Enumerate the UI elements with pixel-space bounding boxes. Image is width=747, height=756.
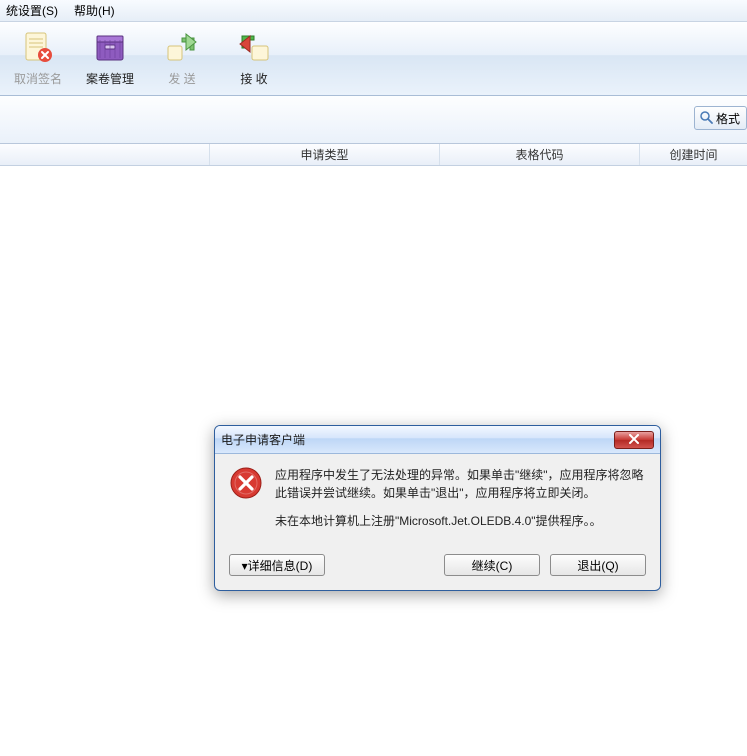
details-button[interactable]: ▾详细信息(D) — [229, 554, 325, 576]
document-x-icon — [20, 30, 56, 66]
dialog-message: 应用程序中发生了无法处理的异常。如果单击"继续"，应用程序将忽略此错误并尝试继续… — [275, 466, 646, 540]
menu-settings[interactable]: 统设置(S) — [2, 0, 62, 21]
dialog-button-row: ▾详细信息(D) 继续(C) 退出(Q) — [215, 546, 660, 590]
send-label: 发 送 — [168, 70, 195, 87]
close-icon — [628, 433, 640, 447]
table-header: 申请类型 表格代码 创建时间 — [0, 144, 747, 166]
send-button[interactable]: 发 送 — [152, 28, 212, 90]
continue-button[interactable]: 继续(C) — [444, 554, 540, 576]
menu-bar: 统设置(S) 帮助(H) — [0, 0, 747, 22]
dialog-line2: 未在本地计算机上注册"Microsoft.Jet.OLEDB.4.0"提供程序。… — [275, 512, 646, 530]
dialog-titlebar: 电子申请客户端 — [215, 426, 660, 454]
cancel-sign-label: 取消签名 — [14, 70, 62, 87]
menu-help[interactable]: 帮助(H) — [70, 0, 119, 21]
exit-button[interactable]: 退出(Q) — [550, 554, 646, 576]
column-create-time[interactable]: 创建时间 — [640, 144, 747, 165]
case-management-button[interactable]: 案卷管理 — [80, 28, 140, 90]
dialog-body: 应用程序中发生了无法处理的异常。如果单击"继续"，应用程序将忽略此错误并尝试继续… — [215, 454, 660, 546]
cancel-sign-button[interactable]: 取消签名 — [8, 28, 68, 90]
toolbar: 取消签名 案卷管理 发 送 — [0, 22, 747, 96]
magnifier-icon — [699, 110, 713, 127]
filter-bar: 格式 — [0, 96, 747, 144]
format-label: 格式 — [716, 110, 740, 127]
receive-button[interactable]: 接 收 — [224, 28, 284, 90]
receive-label: 接 收 — [240, 70, 267, 87]
column-blank[interactable] — [0, 144, 210, 165]
column-form-code[interactable]: 表格代码 — [440, 144, 640, 165]
error-icon — [229, 466, 263, 540]
receive-arrow-icon — [236, 30, 272, 66]
case-management-label: 案卷管理 — [86, 70, 134, 87]
dialog-line1: 应用程序中发生了无法处理的异常。如果单击"继续"，应用程序将忽略此错误并尝试继续… — [275, 466, 646, 502]
archive-icon — [92, 30, 128, 66]
column-app-type[interactable]: 申请类型 — [210, 144, 440, 165]
send-arrow-icon — [164, 30, 200, 66]
format-button[interactable]: 格式 — [694, 106, 747, 130]
dialog-close-button[interactable] — [614, 431, 654, 449]
error-dialog: 电子申请客户端 应用程序中发生了无法处理的异常。如果单击"继续"，应用程序将忽略… — [214, 425, 661, 591]
dialog-title-text: 电子申请客户端 — [221, 431, 305, 448]
